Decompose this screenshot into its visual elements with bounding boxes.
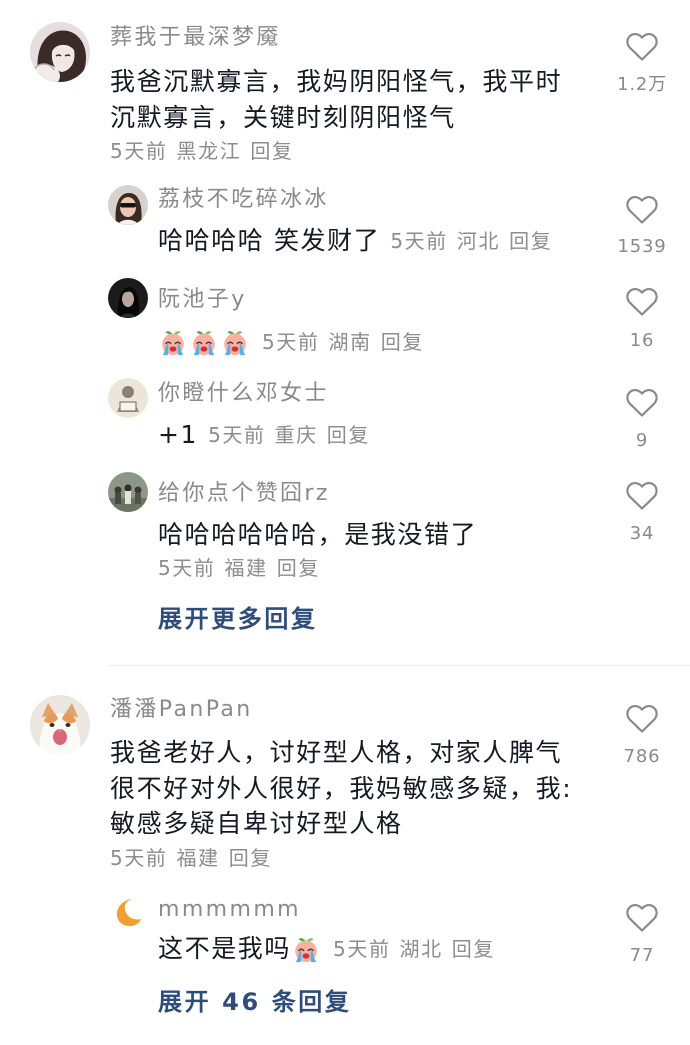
comment-time: 5天前 xyxy=(110,846,168,870)
like-heart-icon[interactable] xyxy=(625,481,659,511)
reply-meta: 5天前 湖南 回复 xyxy=(262,328,424,356)
reply-button[interactable]: 回复 xyxy=(277,554,320,582)
reply-time: 5天前 xyxy=(333,937,391,961)
comment-meta: 5天前 福建 回复 xyxy=(110,844,272,872)
comment-text-line: 很不好对外人很好，我妈敏感多疑，我: xyxy=(110,773,573,803)
reply-body: 哈哈哈哈 笑发财了 5天前 河北 回复 xyxy=(158,223,552,259)
reply-button[interactable]: 回复 xyxy=(229,844,272,872)
comment-text[interactable]: 我爸沉默寡言，我妈阴阳怪气，我平时 沉默寡言，关键时刻阴阳怪气 xyxy=(110,64,562,135)
reply-button[interactable]: 回复 xyxy=(452,935,495,963)
reply-body: 5天前 湖南 回复 xyxy=(158,324,424,360)
reply-location: 湖北 xyxy=(399,937,443,961)
reply-time: 5天前 xyxy=(158,556,216,580)
like-count: 9 xyxy=(635,430,649,451)
like-count: 1.2万 xyxy=(617,74,667,95)
orange-white-cat-avatar[interactable] xyxy=(30,695,90,755)
reply-username[interactable]: 给你点个赞囧rz xyxy=(158,480,330,508)
crying-sprout-emoji xyxy=(224,331,246,356)
reply-meta: 5天前 福建 回复 xyxy=(158,554,320,582)
reply-button[interactable]: 回复 xyxy=(381,328,424,356)
reply-username[interactable]: 荔枝不吃碎冰冰 xyxy=(158,186,329,214)
like-heart-icon[interactable] xyxy=(625,287,659,317)
reply-meta: 5天前 河北 回复 xyxy=(390,227,552,255)
comment-time: 5天前 xyxy=(110,139,168,163)
reply-button[interactable]: 回复 xyxy=(327,421,370,449)
crying-sprout-emoji xyxy=(162,331,184,356)
like-count: 34 xyxy=(629,523,655,544)
like-heart-icon[interactable] xyxy=(625,195,659,225)
reply-location: 河北 xyxy=(456,229,501,253)
reply-username[interactable]: 你瞪什么邓女士 xyxy=(158,380,329,408)
like-count: 1539 xyxy=(617,236,667,257)
reply-text[interactable]: 哈哈哈哈 笑发财了 xyxy=(158,223,380,259)
reply-location: 重庆 xyxy=(274,423,318,447)
group-photo-avatar[interactable] xyxy=(108,472,148,512)
like-count: 77 xyxy=(629,945,655,966)
reply-body: 哈哈哈哈哈哈，是我没错了 xyxy=(158,517,477,553)
reply-text[interactable]: 这不是我吗 xyxy=(158,931,291,967)
sketch-reader-avatar[interactable] xyxy=(108,378,148,418)
comment-text[interactable]: 我爸老好人，讨好型人格，对家人脾气 很不好对外人很好，我妈敏感多疑，我: 敏感多… xyxy=(110,735,572,842)
reply-button[interactable]: 回复 xyxy=(250,137,293,165)
like-count: 786 xyxy=(623,746,661,767)
comment-meta: 5天前 黑龙江 回复 xyxy=(110,137,294,165)
reply-text[interactable]: 哈哈哈哈哈哈，是我没错了 xyxy=(158,517,477,553)
reply-button[interactable]: 回复 xyxy=(509,227,552,255)
like-heart-icon[interactable] xyxy=(625,704,659,734)
comment-username[interactable]: 葬我于最深梦魇 xyxy=(110,24,281,52)
comment-text-line: 沉默寡言，关键时刻阴阳怪气 xyxy=(110,102,456,132)
like-heart-icon[interactable] xyxy=(625,903,659,933)
reply-location: 湖南 xyxy=(328,330,372,354)
like-heart-icon[interactable] xyxy=(625,388,659,418)
like-heart-icon[interactable] xyxy=(625,32,659,62)
comment-divider xyxy=(108,665,690,666)
comment-text-line: 敏感多疑自卑讨好型人格 xyxy=(110,809,403,838)
sunglasses-person-avatar[interactable] xyxy=(108,185,148,225)
reply-time: 5天前 xyxy=(262,330,320,354)
comment-location: 福建 xyxy=(176,846,220,870)
reply-emojis[interactable] xyxy=(158,327,250,357)
reply-time: 5天前 xyxy=(390,229,448,253)
comment-location: 黑龙江 xyxy=(176,139,242,163)
like-count: 16 xyxy=(629,330,655,351)
reply-meta: 5天前 重庆 回复 xyxy=(208,421,370,449)
reply-meta: 5天前 湖北 回复 xyxy=(333,935,495,963)
comment-username[interactable]: 潘潘PanPan xyxy=(110,696,253,724)
reply-location: 福建 xyxy=(224,556,268,580)
reply-body: 这不是我吗 5天前 湖北 回复 xyxy=(158,931,495,967)
reply-username[interactable]: mmmmmm xyxy=(158,896,301,924)
expand-more-replies-button[interactable]: 展开更多回复 xyxy=(158,603,318,635)
reply-username[interactable]: 阮池子y xyxy=(158,286,247,314)
reply-text[interactable]: +1 xyxy=(158,417,198,453)
crying-sprout-emoji xyxy=(295,938,317,963)
crescent-moon-avatar[interactable] xyxy=(112,896,144,928)
expand-replies-button[interactable]: 展开 46 条回复 xyxy=(158,986,352,1018)
anime-girl-avatar[interactable] xyxy=(30,22,90,82)
dark-portrait-avatar[interactable] xyxy=(108,278,148,318)
comment-text-line: 我爸沉默寡言，我妈阴阳怪气，我平时 xyxy=(110,67,563,96)
reply-body: +1 5天前 重庆 回复 xyxy=(158,417,370,453)
crying-sprout-emoji xyxy=(193,331,215,356)
reply-time: 5天前 xyxy=(208,423,266,447)
comment-text-line: 我爸老好人，讨好型人格，对家人脾气 xyxy=(110,738,563,767)
